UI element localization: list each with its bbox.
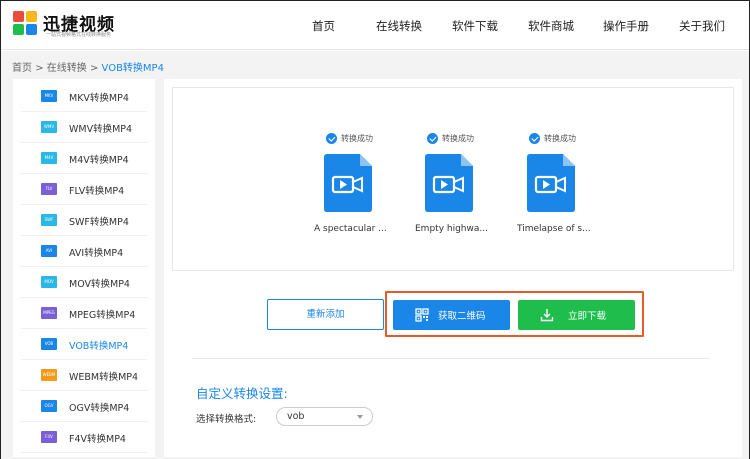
ogv-file-icon: OGV [41,400,57,412]
nav-manual[interactable]: 操作手册 [603,18,649,34]
sidebar-item-label: WMV转换MP4 [69,124,133,135]
file-name: A spectacular ... [314,224,387,234]
sidebar-item-label: M4V转换MP4 [69,155,129,166]
status-text: 转换成功 [544,134,576,143]
download-icon [540,309,554,322]
sidebar-item-m4v[interactable]: M4V M4V转换MP4 [21,143,147,174]
sidebar-item-label: FLV转换MP4 [69,186,125,197]
breadcrumb: 首页 > 在线转换 > VOB转换MP4 [12,59,164,74]
readd-button[interactable]: 重新添加 [267,299,384,330]
nav-software-store[interactable]: 软件商城 [528,18,574,34]
sidebar-item-mkv[interactable]: MKV MKV转换MP4 [21,81,147,112]
mkv-file-icon: MKV [41,90,57,102]
sidebar: MKV MKV转换MP4 WMV WMV转换MP4 M4V M4V转换MP4 F… [13,79,155,457]
status-text: 转换成功 [341,134,373,143]
avi-file-icon: AVI [41,245,57,257]
result-file[interactable]: 转换成功 Empty highwa... [415,132,525,242]
qrcode-button[interactable]: 获取二维码 [393,300,510,330]
sidebar-item-swf[interactable]: SWF SWF转换MP4 [21,205,147,236]
video-file-icon [425,154,473,212]
sidebar-item-label: MKV转换MP4 [69,93,129,104]
breadcrumb-section[interactable]: 在线转换 [47,63,87,74]
sidebar-item-flv[interactable]: FLV FLV转换MP4 [21,174,147,205]
result-file[interactable]: 转换成功 A spectacular ... [314,132,424,242]
sidebar-item-mpeg[interactable]: MPEG MPEG转换MP4 [21,298,147,329]
sidebar-item-label: OGV转换MP4 [69,403,130,414]
qrcode-icon [415,308,429,322]
f4v-file-icon: F4V [41,431,57,443]
format-label: 选择转换格式: [196,414,257,425]
download-button[interactable]: 立即下载 [518,300,635,330]
sidebar-item-mov[interactable]: MOV MOV转换MP4 [21,267,147,298]
breadcrumb-home[interactable]: 首页 [12,63,32,74]
nav-about[interactable]: 关于我们 [679,18,725,34]
sidebar-item-label: WEBM转换MP4 [69,372,139,383]
status-text: 转换成功 [442,134,474,143]
file-name: Timelapse of s... [517,224,591,234]
main-panel: 转换成功 A spectacular ... 转换成功 Empty highwa… [164,79,742,457]
conversion-results: 转换成功 A spectacular ... 转换成功 Empty highwa… [172,87,734,271]
sidebar-item-avi[interactable]: AVI AVI转换MP4 [21,236,147,267]
sidebar-item-label: SWF转换MP4 [69,217,129,228]
nav-software-download[interactable]: 软件下载 [452,18,498,34]
qrcode-button-label: 获取二维码 [438,311,486,322]
breadcrumb-separator: > [35,63,44,74]
check-circle-icon [427,133,438,144]
divider [192,358,710,359]
sidebar-item-label: VOB转换MP4 [69,341,129,352]
logo[interactable]: 迅捷视频 一站式视频格式在线转换服务 [13,9,143,41]
header: 迅捷视频 一站式视频格式在线转换服务 首页 在线转换 软件下载 软件商城 操作手… [1,1,749,50]
mov-file-icon: MOV [41,276,57,288]
custom-settings-title: 自定义转换设置: [196,386,288,401]
m4v-file-icon: M4V [41,152,57,164]
swf-file-icon: SWF [41,214,57,226]
breadcrumb-bar: 首页 > 在线转换 > VOB转换MP4 [1,51,749,79]
nav-home[interactable]: 首页 [312,18,335,34]
file-name: Empty highwa... [415,224,488,234]
check-circle-icon [529,133,540,144]
video-file-icon [324,154,372,212]
wmv-file-icon: WMV [41,121,57,133]
logo-subtitle: 一站式视频格式在线转换服务 [46,32,112,38]
result-file[interactable]: 转换成功 Timelapse of s... [517,132,627,242]
sidebar-item-label: AVI转换MP4 [69,248,124,259]
caret-down-icon [357,415,363,419]
download-button-label: 立即下载 [568,311,607,322]
sidebar-item-label: MOV转换MP4 [69,279,130,290]
nav-online-convert[interactable]: 在线转换 [376,18,422,34]
flv-file-icon: FLV [41,183,57,195]
check-circle-icon [326,133,337,144]
format-select[interactable]: vob [276,407,373,426]
sidebar-item-vob[interactable]: VOB VOB转换MP4 [21,329,147,360]
sidebar-item-webm[interactable]: WEBM WEBM转换MP4 [21,360,147,391]
sidebar-item-label: MPEG转换MP4 [69,310,136,321]
sidebar-item-ogv[interactable]: OGV OGV转换MP4 [21,391,147,422]
breadcrumb-separator: > [89,63,99,74]
sidebar-item-f4v[interactable]: F4V F4V转换MP4 [21,422,147,453]
video-file-icon [527,154,575,212]
vob-file-icon: VOB [41,338,57,350]
breadcrumb-current: VOB转换MP4 [101,63,164,74]
sidebar-item-wmv[interactable]: WMV WMV转换MP4 [21,112,147,143]
format-select-value: vob [287,411,305,422]
logo-mark-icon [13,11,39,37]
sidebar-item-label: F4V转换MP4 [69,434,126,445]
webm-file-icon: WEBM [41,369,57,381]
mpeg-file-icon: MPEG [41,307,57,319]
